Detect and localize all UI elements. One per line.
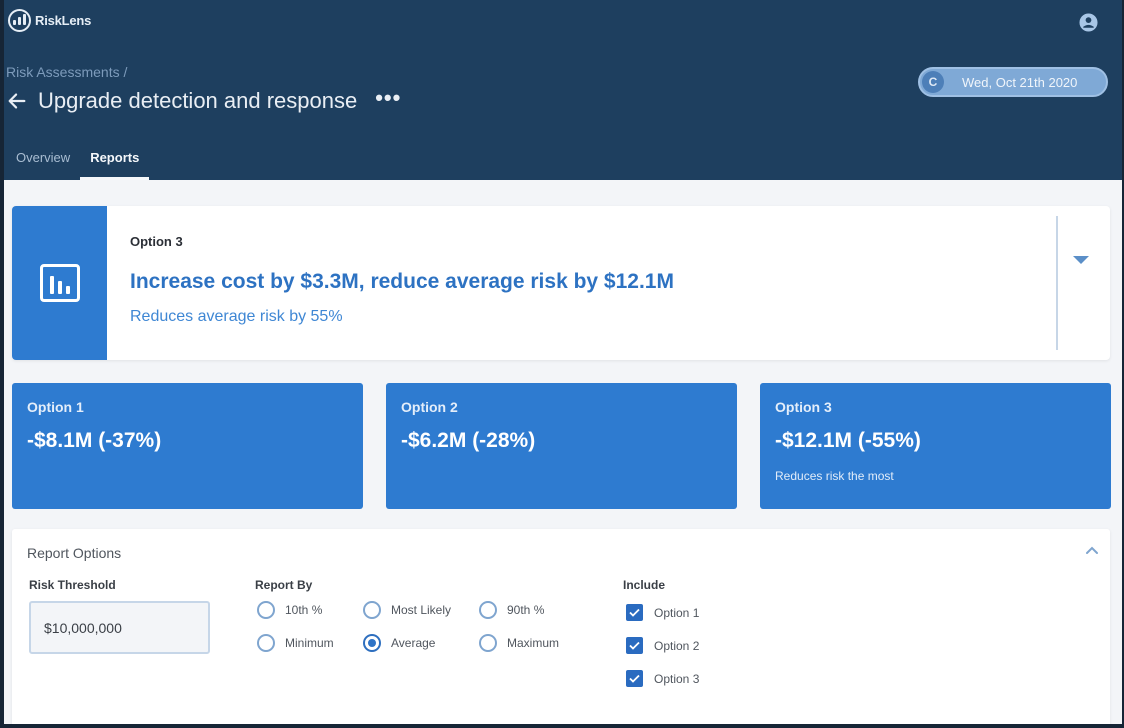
summary-subline: Reduces average risk by 55% <box>130 308 343 325</box>
summary-option-label: Option 3 <box>130 234 183 249</box>
radio-label: 90th % <box>507 603 545 617</box>
option-card-label: Option 2 <box>401 399 458 415</box>
title-row: Upgrade detection and response ••• <box>6 87 401 114</box>
radio-label: 10th % <box>285 603 323 617</box>
risk-threshold-input[interactable] <box>29 601 210 654</box>
option-card-2[interactable]: Option 2 -$6.2M (-28%) <box>386 383 737 509</box>
checkbox-checked-icon <box>626 670 643 687</box>
summary-divider <box>1056 216 1058 350</box>
app-frame: RiskLens Risk Assessments / Upgrade dete… <box>4 0 1122 724</box>
option-card-1[interactable]: Option 1 -$8.1M (-37%) <box>12 383 363 509</box>
option-card-note: Reduces risk the most <box>775 469 894 483</box>
summary-icon-block <box>12 206 107 360</box>
option-card-label: Option 1 <box>27 399 84 415</box>
report-options-panel: Report Options Risk Threshold Report By … <box>12 529 1110 724</box>
tab-overview[interactable]: Overview <box>6 140 80 180</box>
user-account-icon[interactable] <box>1079 13 1098 32</box>
date-text: Wed, Oct 21th 2020 <box>962 74 1078 90</box>
radio-maximum[interactable]: Maximum <box>479 634 559 652</box>
radio-label: Most Likely <box>391 603 452 617</box>
radio-circle <box>363 601 381 619</box>
option-card-value: -$8.1M (-37%) <box>27 429 162 452</box>
checkbox-label: Option 3 <box>654 671 700 686</box>
checkbox-checked-icon <box>626 604 643 621</box>
checkbox-option-1[interactable]: Option 1 <box>626 604 699 621</box>
tab-reports[interactable]: Reports <box>80 140 150 180</box>
more-options-icon[interactable]: ••• <box>375 87 401 109</box>
include-label: Include <box>623 578 666 592</box>
radio-circle <box>479 601 497 619</box>
checkbox-option-2[interactable]: Option 2 <box>626 637 699 654</box>
radio-label: Average <box>391 636 436 650</box>
checkbox-option-3[interactable]: Option 3 <box>626 670 699 687</box>
summary-card: Option 3 Increase cost by $3.3M, reduce … <box>12 206 1110 360</box>
tab-bar: Overview Reports <box>6 140 150 180</box>
breadcrumb[interactable]: Risk Assessments / <box>6 64 127 80</box>
caret-down-icon[interactable] <box>1073 256 1089 264</box>
radio-label: Minimum <box>285 636 334 650</box>
report-by-label: Report By <box>255 578 313 592</box>
page-title: Upgrade detection and response <box>38 88 358 113</box>
date-pill[interactable]: C Wed, Oct 21th 2020 <box>918 67 1108 97</box>
checkbox-checked-icon <box>626 637 643 654</box>
radio-circle-checked <box>363 634 381 652</box>
risk-threshold-label: Risk Threshold <box>29 578 116 592</box>
bar-chart-icon <box>39 264 80 302</box>
option-card-value: -$12.1M (-55%) <box>775 429 921 452</box>
radio-circle <box>257 601 275 619</box>
radio-circle <box>257 634 275 652</box>
option-card-value: -$6.2M (-28%) <box>401 429 536 452</box>
checkbox-label: Option 2 <box>654 638 700 653</box>
radio-minimum[interactable]: Minimum <box>257 634 334 652</box>
option-card-label: Option 3 <box>775 399 832 415</box>
logo[interactable]: RiskLens <box>8 9 91 32</box>
checkbox-label: Option 1 <box>654 605 700 620</box>
radio-90th-percentile[interactable]: 90th % <box>479 601 544 619</box>
radio-most-likely[interactable]: Most Likely <box>363 601 451 619</box>
logo-text: RiskLens <box>35 13 92 28</box>
logo-icon <box>8 9 31 32</box>
back-arrow-icon[interactable] <box>6 90 28 112</box>
date-avatar: C <box>922 71 944 93</box>
radio-circle <box>479 634 497 652</box>
report-options-title: Report Options <box>27 545 122 561</box>
radio-average[interactable]: Average <box>363 634 435 652</box>
header: RiskLens Risk Assessments / Upgrade dete… <box>4 0 1122 180</box>
option-card-3[interactable]: Option 3 -$12.1M (-55%) Reduces risk the… <box>760 383 1111 509</box>
radio-10th-percentile[interactable]: 10th % <box>257 601 322 619</box>
radio-label: Maximum <box>507 636 560 650</box>
summary-headline: Increase cost by $3.3M, reduce average r… <box>130 270 674 293</box>
chevron-up-icon[interactable] <box>1085 545 1099 555</box>
